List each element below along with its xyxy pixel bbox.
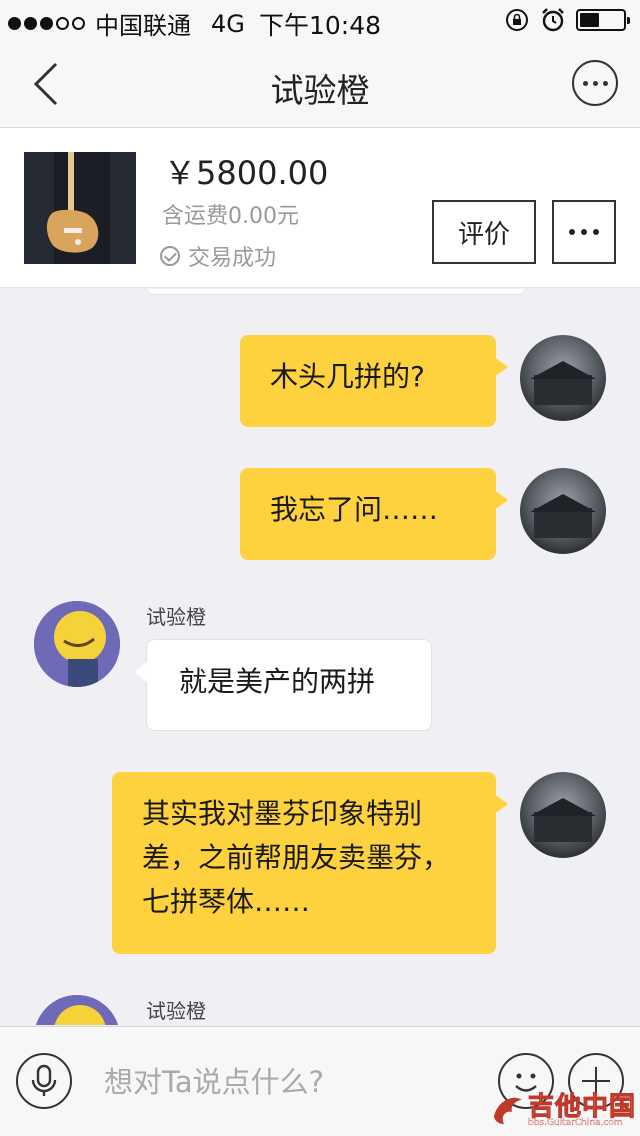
chat-messages[interactable]: 木头几拼的? 我忘了问…… 试验橙 就是美产的两拼 其实我对墨芬印象特别差，之前… <box>0 289 640 1025</box>
contact-message-bubble[interactable]: 就是美产的两拼 <box>134 639 432 731</box>
trade-status-label: 交易成功 <box>188 246 277 271</box>
my-message-bubble[interactable]: 我忘了问…… <box>240 468 508 560</box>
message-input[interactable]: 想对Ta说点什么? <box>104 1059 324 1101</box>
shipping-fee: 含运费0.00元 <box>162 204 299 229</box>
rate-button[interactable]: 评价 <box>432 200 536 264</box>
sender-name: 试验橙 <box>146 999 206 1023</box>
site-watermark: 吉他中国 bbs.GuitarChina.com <box>488 1086 636 1132</box>
status-bar: 中国联通 4G 下午10:48 <box>0 0 640 40</box>
product-price: ￥5800.00 <box>164 154 329 192</box>
product-card[interactable]: ￥5800.00 含运费0.00元 交易成功 评价 <box>0 128 640 288</box>
sender-name: 试验橙 <box>146 605 206 629</box>
message-text: 我忘了问…… <box>270 493 439 526</box>
more-options-icon[interactable] <box>572 60 618 106</box>
message-text: 其实我对墨芬印象特别差，之前帮朋友卖墨芬，七拼琴体…… <box>142 797 451 918</box>
contact-avatar[interactable] <box>34 995 120 1025</box>
my-avatar[interactable] <box>520 468 606 554</box>
watermark-url: bbs.GuitarChina.com <box>528 1118 623 1128</box>
message-text: 木头几拼的? <box>270 360 425 393</box>
product-thumbnail[interactable] <box>24 152 136 264</box>
orientation-lock-icon <box>506 9 528 31</box>
battery-icon <box>576 9 630 31</box>
my-avatar[interactable] <box>520 772 606 858</box>
my-avatar[interactable] <box>520 335 606 421</box>
check-circle-icon <box>160 246 180 266</box>
alarm-icon <box>542 8 564 32</box>
dragon-logo-icon <box>494 1097 522 1124</box>
message-bubble-partial <box>146 289 526 295</box>
nav-bar: 试验橙 <box>0 40 640 128</box>
my-message-bubble[interactable]: 其实我对墨芬印象特别差，之前帮朋友卖墨芬，七拼琴体…… <box>112 772 508 954</box>
contact-avatar[interactable] <box>34 601 120 687</box>
trade-status: 交易成功 <box>160 240 276 272</box>
chat-title: 试验橙 <box>270 71 370 110</box>
message-text: 就是美产的两拼 <box>179 665 376 698</box>
microphone-icon[interactable] <box>16 1053 72 1109</box>
my-message-bubble[interactable]: 木头几拼的? <box>240 335 508 427</box>
product-more-button[interactable] <box>552 200 616 264</box>
